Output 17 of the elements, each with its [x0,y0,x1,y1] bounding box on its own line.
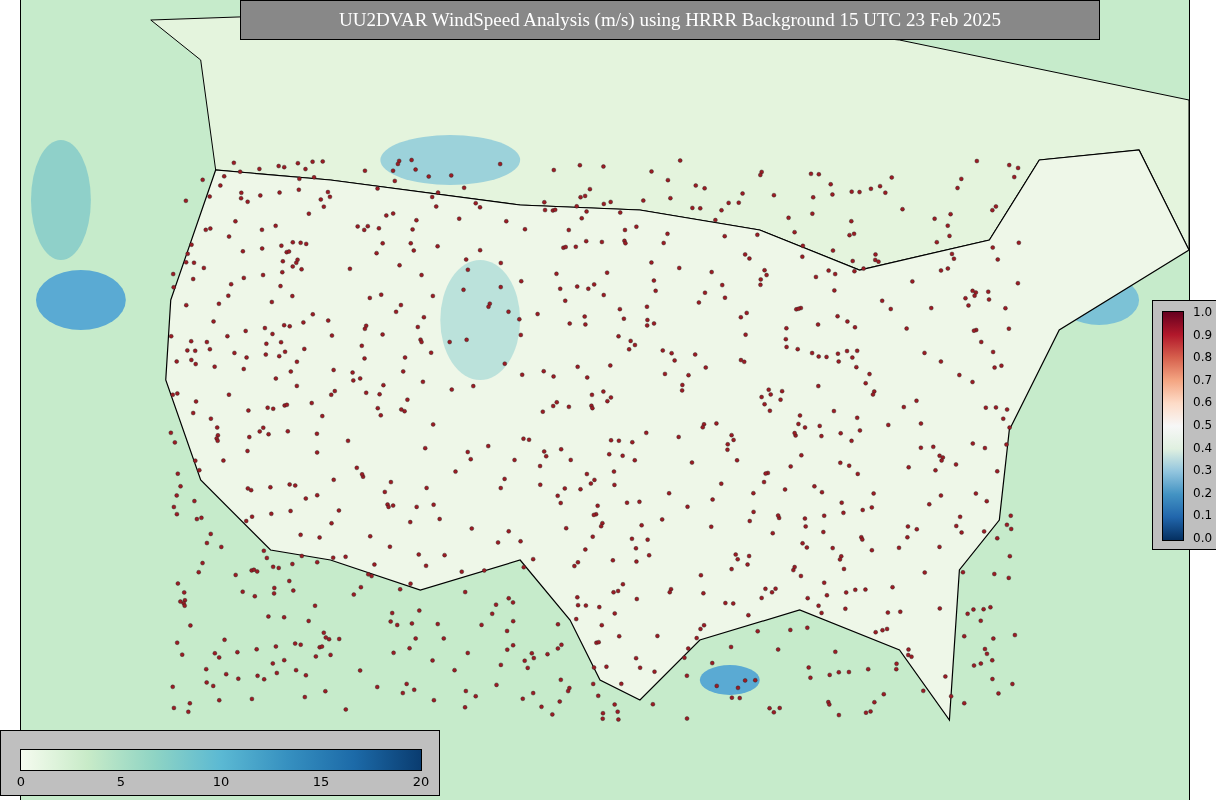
tick-label: 0.4 [1193,440,1213,455]
tick-label: 0.7 [1193,372,1213,387]
tick-label: 0.8 [1193,350,1213,365]
tick-label: 5 [116,774,126,789]
tick-label: 10 [212,774,230,789]
tick-label: 0.1 [1193,508,1213,523]
tick-label: 20 [412,774,430,789]
tick-label: 0 [16,774,26,789]
map-title: UU2DVAR WindSpeed Analysis (m/s) using HRRR Background 15 UTC 23 Feb 2025 [240,0,1100,40]
tick-label: 0.5 [1193,418,1213,432]
tick-label: 0.3 [1193,463,1213,478]
tick-label: 0.2 [1193,485,1213,500]
tick-label: 0.0 [1193,531,1213,545]
tick-label: 0.6 [1193,395,1213,410]
tick-label: 0.9 [1193,327,1213,342]
tick-label: 1.0 [1193,305,1213,319]
tick-label: 15 [312,774,330,789]
